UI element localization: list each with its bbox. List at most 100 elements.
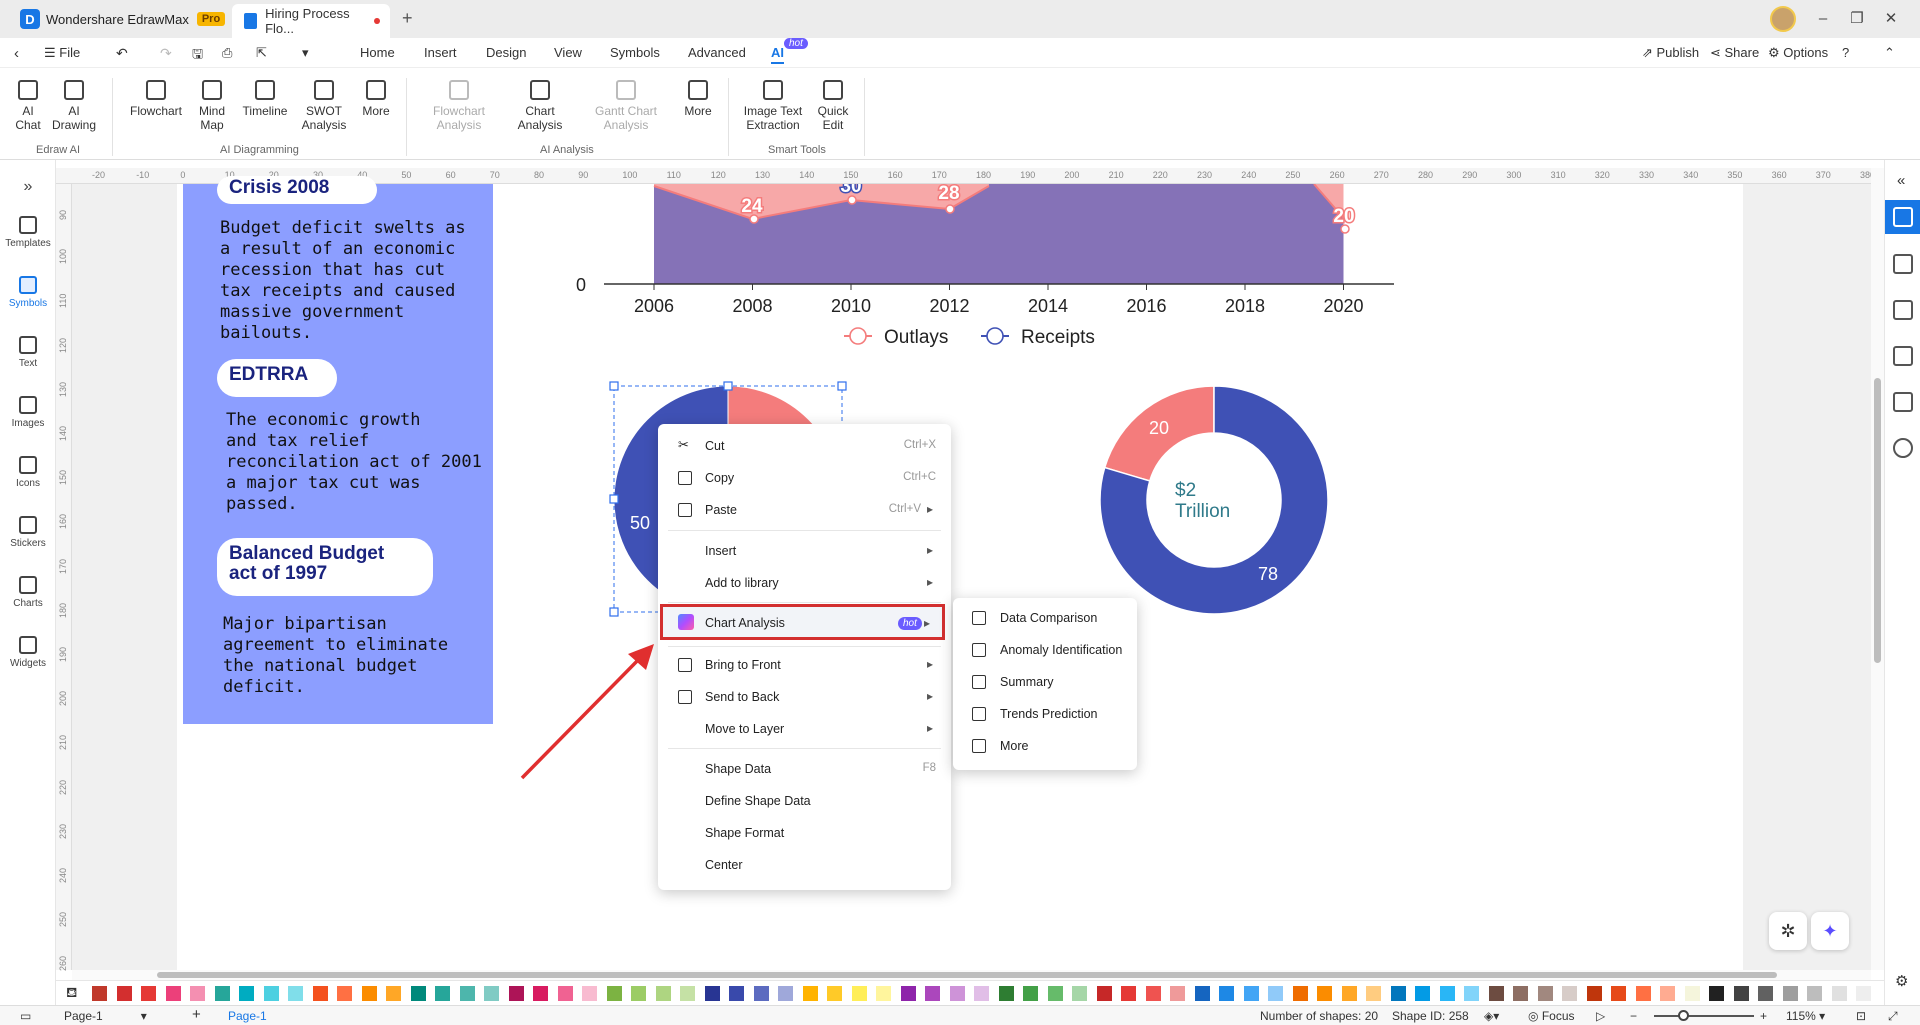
menu-item-copy[interactable]: Copy Ctrl+C — [658, 463, 951, 493]
page-icon[interactable] — [1893, 254, 1913, 274]
color-swatch[interactable] — [557, 986, 573, 1001]
color-swatch[interactable] — [508, 986, 524, 1001]
color-swatch[interactable] — [1292, 986, 1308, 1001]
history-icon[interactable] — [1893, 346, 1913, 366]
zoom-slider[interactable] — [1654, 1015, 1754, 1017]
color-swatch[interactable] — [190, 986, 205, 1001]
color-swatch[interactable] — [1439, 986, 1455, 1001]
sparkle-tool-button[interactable]: ✲ — [1769, 912, 1807, 950]
menu-item-bring-to-front[interactable]: Bring to Front ▸ — [658, 650, 951, 680]
layers-icon[interactable]: ◈▾ — [1484, 1009, 1499, 1023]
submenu-item-summary[interactable]: Summary — [953, 666, 1137, 698]
color-swatch[interactable] — [680, 986, 695, 1001]
color-swatch[interactable] — [876, 986, 891, 1001]
color-swatch[interactable] — [1464, 986, 1479, 1001]
color-swatch[interactable] — [900, 986, 916, 1001]
color-swatch[interactable] — [214, 986, 230, 1001]
color-swatch[interactable] — [1170, 986, 1185, 1001]
color-swatch[interactable] — [851, 986, 867, 1001]
color-swatch[interactable] — [998, 986, 1014, 1001]
color-swatch[interactable] — [1096, 986, 1112, 1001]
chart-data-icon[interactable] — [1893, 392, 1913, 412]
color-swatch[interactable] — [1047, 986, 1063, 1001]
color-swatch[interactable] — [263, 986, 279, 1001]
color-swatch[interactable] — [337, 986, 352, 1001]
fill-bucket-icon[interactable]: ⛾ — [66, 984, 77, 1003]
vertical-scrollbar[interactable] — [1871, 168, 1884, 970]
color-swatch[interactable] — [802, 986, 818, 1001]
color-swatch[interactable] — [435, 986, 450, 1001]
color-swatch[interactable] — [1562, 986, 1577, 1001]
color-swatch[interactable] — [1121, 986, 1136, 1001]
page-selector[interactable]: Page-1 ▾ — [64, 1009, 147, 1023]
color-swatch[interactable] — [1709, 986, 1724, 1001]
color-swatch[interactable] — [1219, 986, 1234, 1001]
play-icon[interactable]: ▷ — [1596, 1009, 1605, 1023]
color-swatch[interactable] — [631, 986, 646, 1001]
color-swatch[interactable] — [1390, 986, 1406, 1001]
menu-item-move-to-layer[interactable]: Move to Layer ▸ — [658, 714, 951, 744]
color-swatch[interactable] — [1268, 986, 1283, 1001]
color-swatch[interactable] — [1782, 986, 1798, 1001]
donut-chart[interactable]: 20 78 $2Trillion — [1099, 385, 1329, 615]
collapse-panel-icon[interactable]: « — [1897, 172, 1905, 189]
submenu-item-data-comparison[interactable]: Data Comparison — [953, 602, 1137, 634]
color-swatch[interactable] — [312, 986, 328, 1001]
color-swatch[interactable] — [778, 986, 793, 1001]
color-swatch[interactable] — [1194, 986, 1210, 1001]
zoom-in-icon[interactable]: + — [1760, 1009, 1767, 1023]
fullscreen-icon[interactable]: ⤢ — [1888, 1009, 1898, 1024]
menu-item-cut[interactable]: ✂ Cut Ctrl+X — [658, 431, 951, 461]
color-swatch[interactable] — [165, 986, 181, 1001]
color-swatch[interactable] — [1537, 986, 1553, 1001]
color-swatch[interactable] — [729, 986, 744, 1001]
menu-item-shape-data[interactable]: Shape Data F8 — [658, 754, 951, 784]
settings-gear-icon[interactable]: ⚙ — [1895, 972, 1908, 990]
color-swatch[interactable] — [1758, 986, 1773, 1001]
color-swatch[interactable] — [1635, 986, 1651, 1001]
color-swatch[interactable] — [753, 986, 769, 1001]
page-layout-icon[interactable]: ▭ — [20, 1009, 31, 1023]
presentation-icon[interactable] — [1893, 300, 1913, 320]
fit-page-icon[interactable]: ⊡ — [1856, 1009, 1866, 1023]
color-swatch[interactable] — [1733, 986, 1749, 1001]
color-swatch[interactable] — [361, 986, 377, 1001]
submenu-item-trends-prediction[interactable]: Trends Prediction — [953, 698, 1137, 730]
color-swatch[interactable] — [1684, 986, 1700, 1001]
color-swatch[interactable] — [116, 986, 132, 1001]
color-swatch[interactable] — [1611, 986, 1626, 1001]
color-swatch[interactable] — [606, 986, 622, 1001]
color-swatch[interactable] — [1072, 986, 1087, 1001]
color-swatch[interactable] — [1243, 986, 1259, 1001]
menu-item-chart-analysis[interactable]: Chart Analysis hot ▸ — [660, 604, 945, 640]
horizontal-scrollbar[interactable] — [72, 970, 1871, 980]
color-swatch[interactable] — [1831, 986, 1847, 1001]
menu-item-define-shape-data[interactable]: Define Shape Data — [658, 786, 951, 816]
add-page-button[interactable]: + — [192, 1006, 201, 1023]
color-swatch[interactable] — [1317, 986, 1332, 1001]
color-swatch[interactable] — [1488, 986, 1504, 1001]
color-swatch[interactable] — [92, 986, 107, 1001]
color-swatch[interactable] — [655, 986, 671, 1001]
color-swatch[interactable] — [1660, 986, 1675, 1001]
submenu-item-anomaly-identification[interactable]: Anomaly Identification — [953, 634, 1137, 666]
vertical-scroll-thumb[interactable] — [1874, 378, 1881, 663]
menu-item-add-to-library[interactable]: Add to library ▸ — [658, 568, 951, 598]
color-swatch[interactable] — [141, 986, 156, 1001]
submenu-item-more[interactable]: More — [953, 730, 1137, 762]
color-swatch[interactable] — [925, 986, 940, 1001]
color-swatch[interactable] — [582, 986, 597, 1001]
color-swatch[interactable] — [1586, 986, 1602, 1001]
focus-button[interactable]: ◎ Focus — [1528, 1009, 1575, 1023]
color-swatch[interactable] — [974, 986, 989, 1001]
color-swatch[interactable] — [1023, 986, 1038, 1001]
ai-assistant-button[interactable]: ✦ — [1811, 912, 1849, 950]
zoom-slider-handle[interactable] — [1678, 1010, 1689, 1021]
area-chart[interactable]: 0 20 2006 2008 2010 2012 2014 2016 2018 2020 24 28 2… — [566, 130, 1394, 348]
help-circle-icon[interactable] — [1893, 438, 1913, 458]
color-swatch[interactable] — [1366, 986, 1381, 1001]
color-swatch[interactable] — [459, 986, 475, 1001]
menu-item-shape-format[interactable]: Shape Format — [658, 818, 951, 848]
menu-item-center[interactable]: Center — [658, 850, 951, 880]
zoom-out-icon[interactable]: − — [1630, 1009, 1637, 1023]
